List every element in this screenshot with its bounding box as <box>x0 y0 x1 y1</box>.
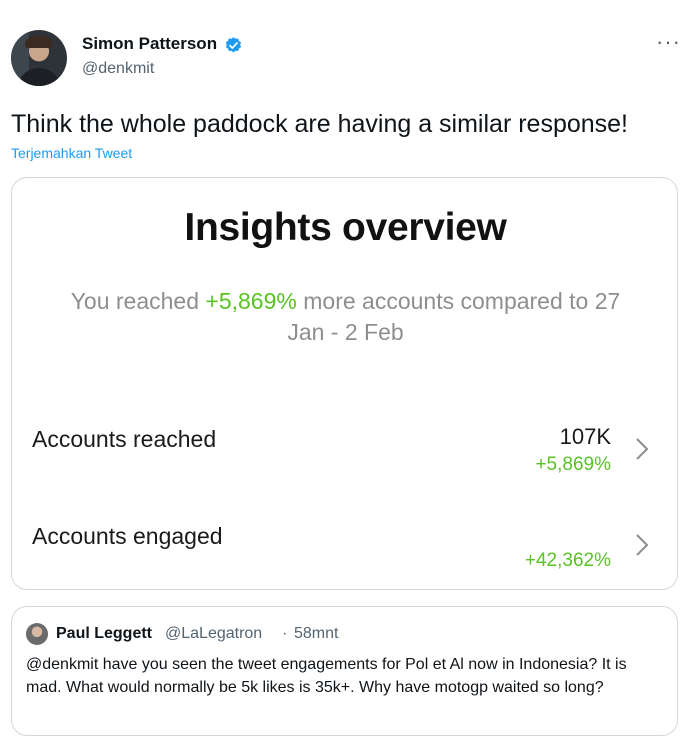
quoted-timestamp: 58mnt <box>294 625 339 642</box>
tweet-media-image[interactable]: Insights overview You reached +5,869% mo… <box>11 177 678 590</box>
verified-badge-icon <box>225 37 242 53</box>
metric-label-accounts-reached: Accounts reached <box>32 426 217 452</box>
metric-value-accounts-reached: 107K <box>559 424 611 449</box>
chevron-right-icon[interactable] <box>634 436 650 462</box>
quoted-tweet[interactable]: Paul Leggett @LaLegatron · 58mnt @denkmi… <box>11 606 678 736</box>
metric-change-accounts-engaged: +42,362% <box>524 550 611 571</box>
quoted-author-name: Paul Leggett <box>56 625 153 642</box>
chevron-right-icon[interactable] <box>634 532 650 558</box>
metric-label-accounts-engaged: Accounts engaged <box>32 523 223 549</box>
insights-subtitle-prefix: You reached <box>70 288 206 314</box>
avatar-hair <box>25 36 53 48</box>
metric-change-accounts-reached: +5,869% <box>535 454 611 475</box>
tweet: Simon Patterson @denkmit ··· Think the w… <box>0 0 700 748</box>
translate-tweet-link[interactable]: Terjemahkan Tweet <box>11 145 132 161</box>
insights-subtitle: You reached +5,869% more accounts compar… <box>52 286 639 348</box>
insights-subtitle-highlight: +5,869% <box>205 288 297 314</box>
quoted-separator: · <box>282 625 288 642</box>
author-handle[interactable]: @denkmit <box>82 60 154 78</box>
quoted-author-handle: @LaLegatron <box>165 625 263 642</box>
tweet-text: Think the whole paddock are having a sim… <box>11 110 629 138</box>
author-name[interactable]: Simon Patterson <box>82 34 217 54</box>
author-avatar[interactable] <box>11 30 67 86</box>
insights-subtitle-suffix: more accounts compared to 27 Jan - 2 Feb <box>287 288 621 345</box>
quoted-tweet-text: @denkmit have you seen the tweet engagem… <box>26 656 627 696</box>
insights-title: Insights overview <box>184 206 507 249</box>
more-dots-icon[interactable]: ··· <box>656 31 681 53</box>
quoted-author-avatar <box>26 623 48 645</box>
